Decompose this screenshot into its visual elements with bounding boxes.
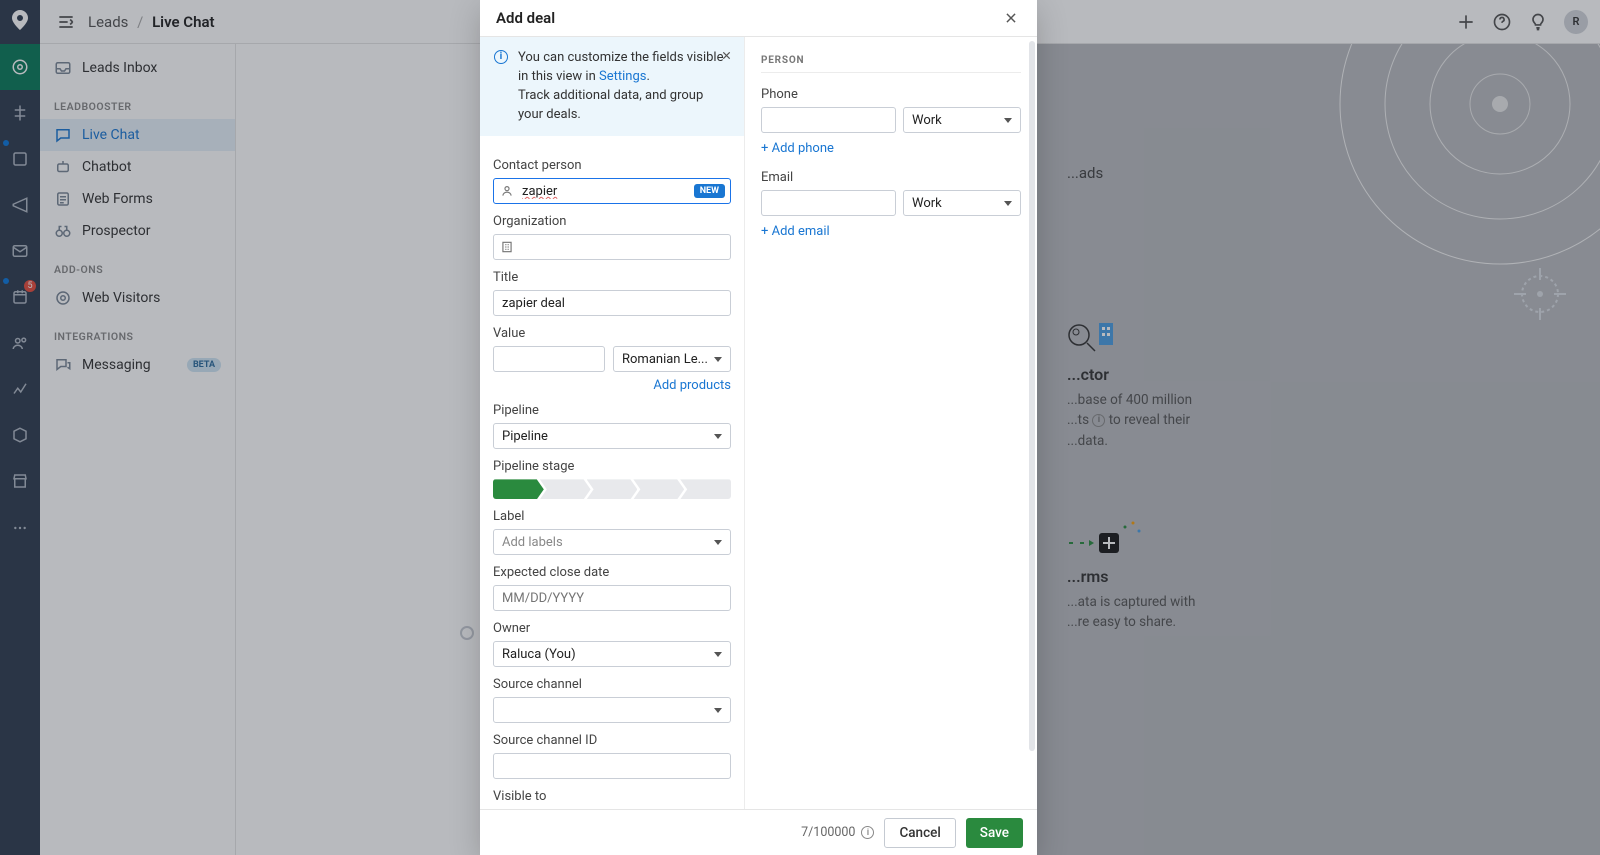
stage-2[interactable] <box>540 479 591 499</box>
chevron-down-icon <box>714 540 722 545</box>
settings-link[interactable]: Settings <box>599 69 646 84</box>
modal-left-column: i You can customize the fields visible i… <box>480 37 744 809</box>
dismiss-banner-icon[interactable] <box>718 47 734 63</box>
pipeline-stage-label: Pipeline stage <box>493 459 731 474</box>
new-badge: NEW <box>694 184 725 198</box>
email-input[interactable] <box>761 190 896 216</box>
stage-4[interactable] <box>633 479 684 499</box>
stage-1[interactable] <box>493 479 544 499</box>
stage-3[interactable] <box>587 479 638 499</box>
source-channel-id-label: Source channel ID <box>493 733 731 748</box>
stage-5[interactable] <box>680 479 731 499</box>
modal-title: Add deal <box>496 9 555 27</box>
value-label: Value <box>493 326 731 341</box>
organization-input[interactable] <box>493 234 731 260</box>
info-icon[interactable]: i <box>861 826 874 839</box>
cancel-button[interactable]: Cancel <box>884 818 955 848</box>
person-icon <box>500 184 514 198</box>
person-section-header: PERSON <box>761 55 1021 73</box>
save-button[interactable]: Save <box>966 818 1023 848</box>
label-label: Label <box>493 509 731 524</box>
info-icon: i <box>494 50 508 64</box>
pipeline-label: Pipeline <box>493 403 731 418</box>
chevron-down-icon <box>1004 118 1012 123</box>
title-input[interactable] <box>493 290 731 316</box>
source-channel-id-input[interactable] <box>493 753 731 779</box>
modal-right-column: PERSON Phone Work + Add phone Email Work… <box>744 37 1037 809</box>
visible-to-label: Visible to <box>493 789 731 804</box>
value-input[interactable] <box>493 346 605 372</box>
chevron-down-icon <box>714 708 722 713</box>
add-products-link[interactable]: Add products <box>493 378 731 393</box>
pipeline-stage-selector[interactable] <box>493 479 731 499</box>
email-label: Email <box>761 170 1021 185</box>
label-select[interactable]: Add labels <box>493 529 731 555</box>
add-phone-link[interactable]: + Add phone <box>761 141 1021 156</box>
modal-scrollbar[interactable] <box>1027 37 1037 809</box>
source-channel-label: Source channel <box>493 677 731 692</box>
owner-label: Owner <box>493 621 731 636</box>
chevron-down-icon <box>714 357 722 362</box>
organization-label: Organization <box>493 214 731 229</box>
expected-close-label: Expected close date <box>493 565 731 580</box>
building-icon <box>500 240 514 254</box>
owner-select[interactable]: Raluca (You) <box>493 641 731 667</box>
source-channel-select[interactable] <box>493 697 731 723</box>
add-email-link[interactable]: + Add email <box>761 224 1021 239</box>
currency-select[interactable]: Romanian Le... <box>613 346 731 372</box>
title-label: Title <box>493 270 731 285</box>
contact-person-label: Contact person <box>493 158 731 173</box>
chevron-down-icon <box>1004 201 1012 206</box>
modal-header: Add deal <box>480 0 1037 37</box>
chevron-down-icon <box>714 652 722 657</box>
email-type-select[interactable]: Work <box>903 190 1021 216</box>
info-banner: i You can customize the fields visible i… <box>480 37 744 136</box>
count-text: 7/100000 <box>801 825 855 840</box>
add-deal-modal: Add deal i You can customize the fields … <box>480 0 1037 855</box>
chevron-down-icon <box>714 434 722 439</box>
close-icon[interactable] <box>1001 8 1021 28</box>
phone-type-select[interactable]: Work <box>903 107 1021 133</box>
phone-label: Phone <box>761 87 1021 102</box>
phone-input[interactable] <box>761 107 896 133</box>
expected-close-input[interactable] <box>493 585 731 611</box>
pipeline-select[interactable]: Pipeline <box>493 423 731 449</box>
modal-footer: 7/100000 i Cancel Save <box>480 809 1037 855</box>
